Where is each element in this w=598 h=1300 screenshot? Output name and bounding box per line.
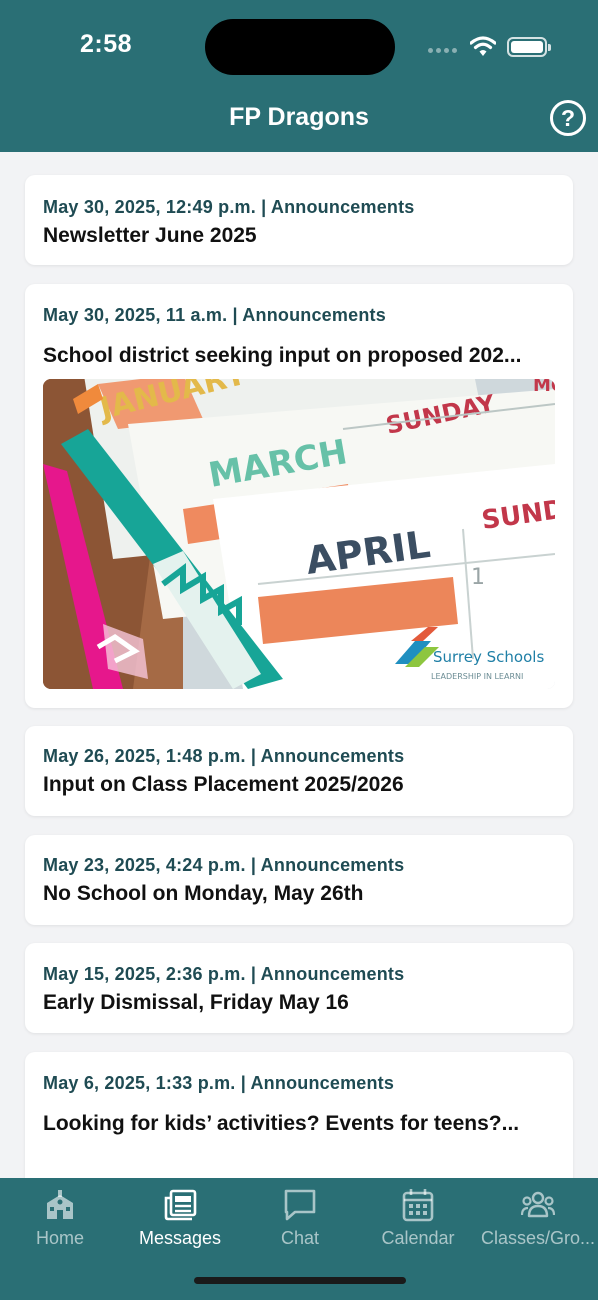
tab-chat[interactable]: Chat xyxy=(240,1188,360,1252)
calendar-photo: JANUARY MARCH SUNDAY MO APRIL SUNDAY 1 xyxy=(43,379,555,689)
tab-label: Calendar xyxy=(381,1228,455,1248)
message-card[interactable]: May 23, 2025, 4:24 p.m. | Announcements … xyxy=(25,835,573,925)
message-title: Looking for kids’ activities? Events for… xyxy=(43,1112,520,1135)
wifi-icon xyxy=(470,36,496,56)
message-title: No School on Monday, May 26th xyxy=(43,882,364,905)
message-title: Input on Class Placement 2025/2026 xyxy=(43,773,404,796)
message-feed[interactable]: May 30, 2025, 12:49 p.m. | Announcements… xyxy=(0,152,598,1178)
tab-label: Messages xyxy=(138,1228,222,1248)
calendar-icon xyxy=(402,1189,434,1222)
battery-icon xyxy=(507,37,551,57)
message-card[interactable]: May 30, 2025, 12:49 p.m. | Announcements… xyxy=(25,175,573,265)
tab-messages[interactable]: Messages xyxy=(120,1188,240,1252)
app-header: 2:58 FP Dragons ? xyxy=(0,0,598,152)
logo-tagline: LEADERSHIP IN LEARNI xyxy=(431,672,523,681)
message-meta: May 23, 2025, 4:24 p.m. | Announcements xyxy=(43,855,405,875)
message-image[interactable]: JANUARY MARCH SUNDAY MO APRIL SUNDAY 1 xyxy=(43,379,555,689)
day-number: 1 xyxy=(471,565,485,590)
message-card[interactable]: May 6, 2025, 1:33 p.m. | Announcements L… xyxy=(25,1052,573,1178)
message-title: Early Dismissal, Friday May 16 xyxy=(43,991,349,1014)
home-indicator xyxy=(194,1277,406,1284)
chat-bubble-icon xyxy=(284,1189,316,1221)
tab-label: Classes/Gro... xyxy=(480,1228,596,1248)
message-title: Newsletter June 2025 xyxy=(43,224,257,247)
tab-label: Home xyxy=(35,1228,84,1248)
message-title: School district seeking input on propose… xyxy=(43,344,522,367)
message-card[interactable]: May 15, 2025, 2:36 p.m. | Announcements … xyxy=(25,943,573,1033)
cellular-signal-icon xyxy=(428,48,457,53)
status-time: 2:58 xyxy=(80,30,133,58)
message-meta: May 26, 2025, 1:48 p.m. | Announcements xyxy=(43,746,405,766)
page-title: FP Dragons xyxy=(229,103,369,131)
tab-home[interactable]: Home xyxy=(0,1188,120,1252)
dynamic-island xyxy=(205,19,395,75)
message-meta: May 30, 2025, 12:49 p.m. | Announcements xyxy=(43,197,415,217)
message-card[interactable]: May 30, 2025, 11 a.m. | Announcements Sc… xyxy=(25,284,573,708)
message-meta: May 15, 2025, 2:36 p.m. | Announcements xyxy=(43,964,405,984)
app-screen: 2:58 FP Dragons ? May 30, 2025, 12:49 p.… xyxy=(0,0,598,1300)
tab-calendar[interactable]: Calendar xyxy=(358,1188,478,1252)
group-icon xyxy=(521,1191,555,1218)
message-card[interactable]: May 26, 2025, 1:48 p.m. | Announcements … xyxy=(25,726,573,816)
newspaper-icon xyxy=(164,1189,197,1221)
tab-classes-groups[interactable]: Classes/Gro... xyxy=(478,1188,598,1252)
tab-label: Chat xyxy=(280,1228,320,1248)
message-meta: May 6, 2025, 1:33 p.m. | Announcements xyxy=(43,1073,395,1093)
message-meta: May 30, 2025, 11 a.m. | Announcements xyxy=(43,305,386,325)
logo-name: Surrey Schools xyxy=(433,648,544,666)
question-circle-icon[interactable]: ? xyxy=(550,100,586,136)
school-icon xyxy=(47,1190,73,1219)
day-label: MO xyxy=(533,379,555,396)
